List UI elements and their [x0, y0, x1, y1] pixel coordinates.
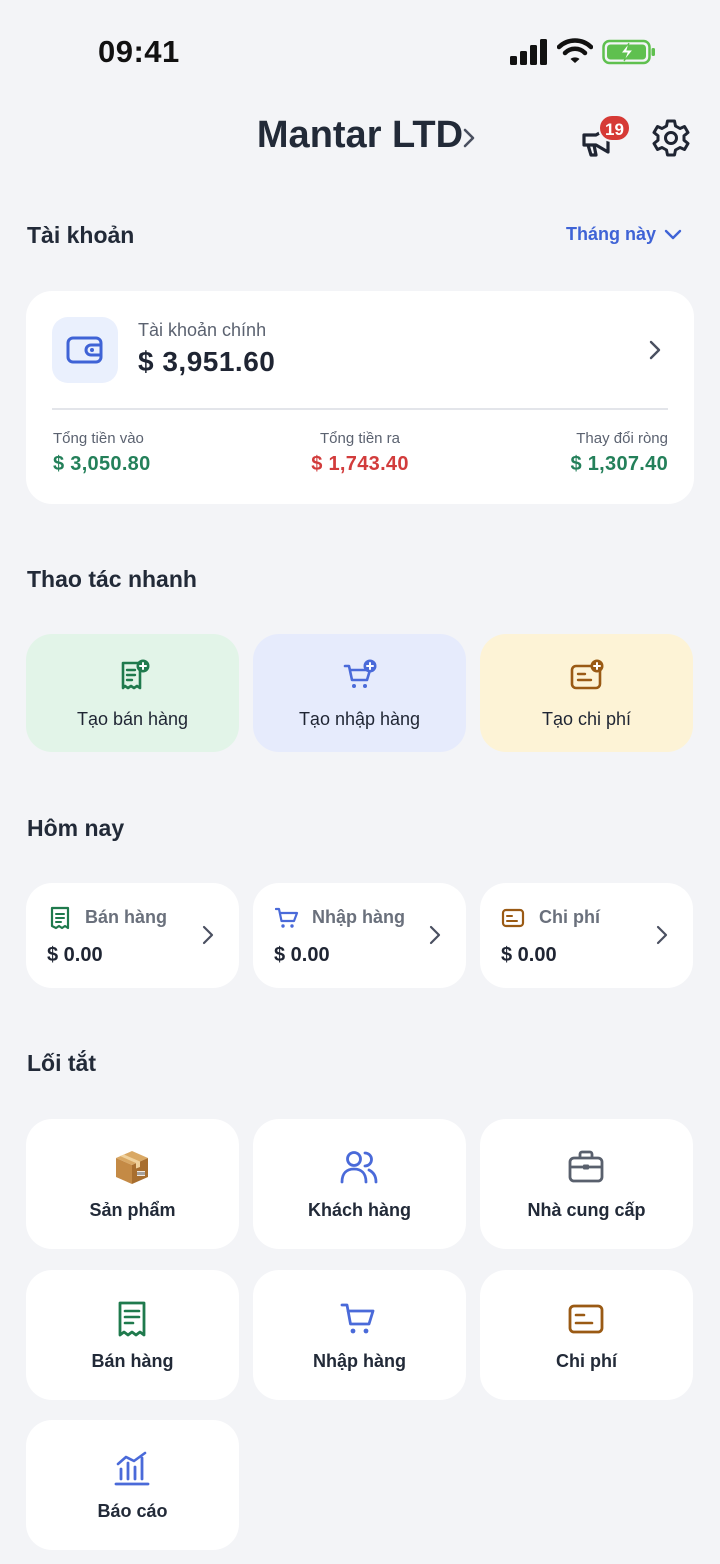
- shortcut-expenses[interactable]: Chi phí: [480, 1270, 693, 1400]
- shortcut-sales-label: Bán hàng: [91, 1351, 174, 1371]
- total-out-value: $ 1,743.40: [311, 453, 409, 475]
- divider: [52, 408, 668, 410]
- create-purchase-label: Tạo nhập hàng: [298, 709, 421, 729]
- today-sales-card[interactable]: Bán hàng $ 0.00: [26, 883, 239, 988]
- chevron-right-icon: [656, 925, 668, 945]
- net-change-label: Thay đổi ròng: [576, 430, 668, 447]
- total-in-value: $ 3,050.80: [53, 453, 151, 475]
- chevron-right-icon: [429, 925, 441, 945]
- account-balance: $ 3,951.60: [138, 346, 276, 377]
- chevron-right-icon[interactable]: [458, 126, 480, 150]
- today-purchases-value: $ 0.00: [274, 944, 330, 966]
- today-expenses-value: $ 0.00: [501, 944, 557, 966]
- account-label: Tài khoản chính: [138, 320, 267, 340]
- today-section-title: Hôm nay: [27, 815, 125, 841]
- shortcut-customers-label: Khách hàng: [307, 1200, 411, 1220]
- shortcut-suppliers-label: Nhà cung cấp: [527, 1200, 646, 1220]
- card-icon: [568, 1304, 604, 1334]
- battery-charging-icon: [602, 39, 655, 65]
- shortcuts-section-title: Lối tắt: [27, 1050, 96, 1076]
- shortcut-expenses-label: Chi phí: [556, 1351, 617, 1371]
- create-expense-label: Tạo chi phí: [541, 709, 632, 729]
- wifi-icon: [557, 38, 593, 63]
- gear-icon[interactable]: [650, 117, 692, 159]
- today-expenses-card[interactable]: Chi phí $ 0.00: [480, 883, 693, 988]
- total-out-label: Tổng tiền ra: [319, 430, 401, 447]
- card-icon: [501, 908, 525, 928]
- shortcut-customers[interactable]: Khách hàng: [253, 1119, 466, 1249]
- shortcut-reports[interactable]: Báo cáo: [26, 1420, 239, 1550]
- shortcut-products-label: Sản phẩm: [89, 1200, 176, 1220]
- shortcut-purchases-label: Nhập hàng: [313, 1351, 406, 1371]
- shortcut-suppliers[interactable]: Nhà cung cấp: [480, 1119, 693, 1249]
- create-sale-label: Tạo bán hàng: [76, 709, 189, 729]
- users-icon: [340, 1151, 378, 1184]
- wallet-icon: [66, 336, 103, 364]
- cellular-signal-icon: [510, 39, 547, 65]
- today-purchases-label: Nhập hàng: [312, 907, 405, 927]
- today-purchases-card[interactable]: Nhập hàng $ 0.00: [253, 883, 466, 988]
- chart-icon: [114, 1451, 150, 1486]
- status-time: 09:41: [98, 34, 180, 69]
- shortcut-sales[interactable]: Bán hàng: [26, 1270, 239, 1400]
- period-label: Tháng này: [566, 224, 657, 244]
- today-expenses-label: Chi phí: [539, 907, 600, 927]
- card-add-icon: [570, 659, 604, 690]
- cart-add-icon: [343, 659, 377, 688]
- create-purchase-button[interactable]: Tạo nhập hàng: [253, 634, 466, 752]
- notification-badge: 19: [598, 114, 631, 142]
- cart-icon: [275, 907, 299, 928]
- total-in-label: Tổng tiền vào: [53, 430, 144, 447]
- quick-actions-title: Thao tác nhanh: [27, 566, 197, 592]
- briefcase-icon: [568, 1150, 604, 1183]
- shortcut-reports-label: Báo cáo: [97, 1501, 168, 1521]
- account-section-title: Tài khoản: [27, 222, 135, 248]
- wallet-icon-box: [52, 317, 118, 383]
- shortcut-purchases[interactable]: Nhập hàng: [253, 1270, 466, 1400]
- package-icon: [116, 1151, 148, 1184]
- receipt-icon: [50, 906, 70, 930]
- chevron-right-icon: [202, 925, 214, 945]
- receipt-icon: [118, 1301, 146, 1337]
- chevron-down-icon: [664, 229, 682, 239]
- cart-icon: [340, 1303, 375, 1334]
- today-sales-value: $ 0.00: [47, 944, 103, 966]
- create-sale-button[interactable]: Tạo bán hàng: [26, 634, 239, 752]
- chevron-right-icon[interactable]: [646, 338, 664, 362]
- shortcut-products[interactable]: Sản phẩm: [26, 1119, 239, 1249]
- receipt-add-icon: [121, 659, 150, 690]
- create-expense-button[interactable]: Tạo chi phí: [480, 634, 693, 752]
- today-sales-label: Bán hàng: [85, 907, 168, 927]
- net-change-value: $ 1,307.40: [570, 453, 668, 475]
- period-dropdown[interactable]: Tháng này: [566, 224, 682, 245]
